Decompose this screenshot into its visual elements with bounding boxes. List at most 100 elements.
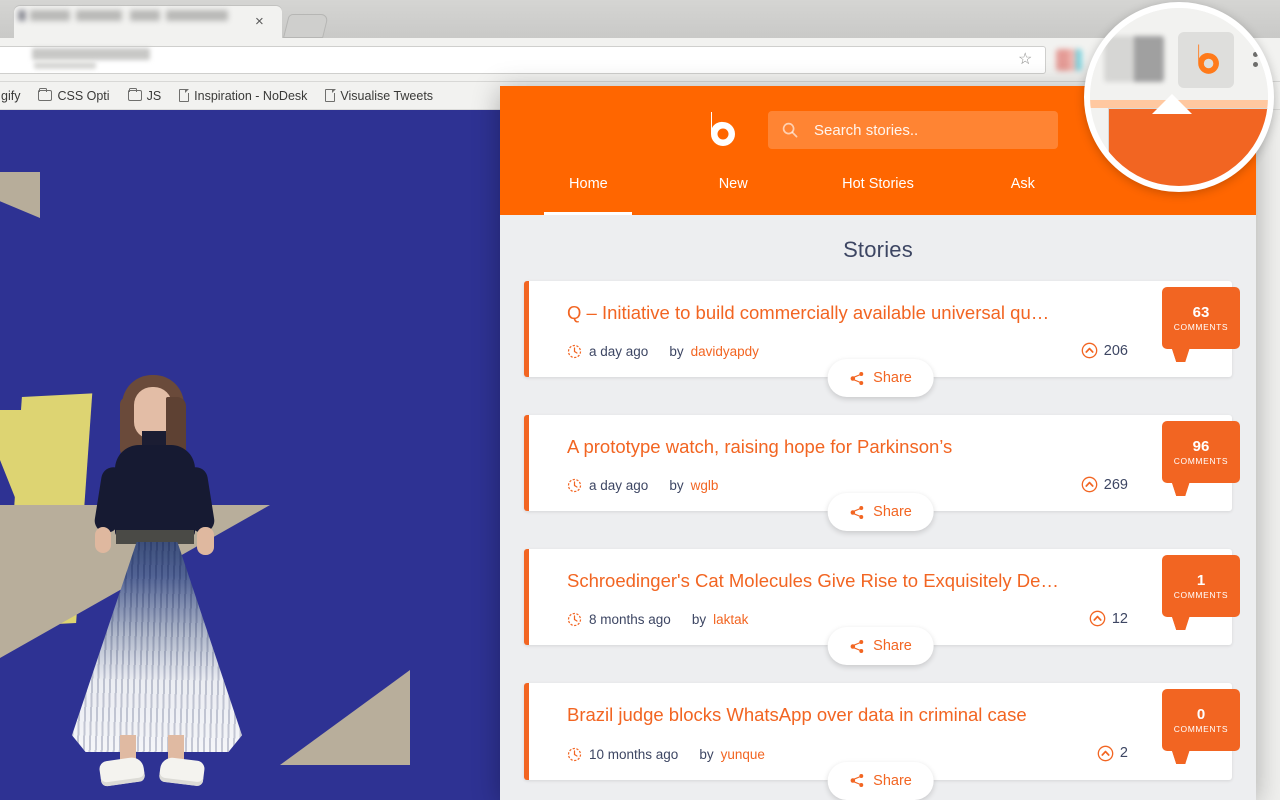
story-card[interactable]: A prototype watch, raising hope for Park… <box>524 415 1232 511</box>
nav-tab-ask[interactable]: Ask <box>950 172 1095 215</box>
address-bar-url-blurred-2 <box>34 62 96 69</box>
new-tab-button[interactable] <box>283 14 329 38</box>
story-title[interactable]: A prototype watch, raising hope for Park… <box>567 435 1082 458</box>
nav-tab-label: New <box>719 176 748 192</box>
comments-count: 96 <box>1193 439 1210 454</box>
comments-count: 0 <box>1197 707 1205 722</box>
magnified-chrome-menu-icon[interactable] <box>1253 42 1258 47</box>
address-bar-input[interactable] <box>0 46 1046 74</box>
upvote-icon[interactable] <box>1081 342 1098 359</box>
share-button[interactable]: Share <box>827 359 934 397</box>
story-author[interactable]: wglb <box>691 478 719 493</box>
clock-icon <box>567 747 582 762</box>
hn-logo-icon[interactable] <box>698 108 742 152</box>
bookmark-star-icon[interactable]: ☆ <box>1018 52 1032 68</box>
comments-label: COMMENTS <box>1174 725 1228 734</box>
story-points-value: 2 <box>1120 745 1128 761</box>
story-time: a day ago <box>589 478 648 493</box>
model-photo <box>60 375 290 795</box>
address-bar-url-blurred <box>32 48 150 60</box>
story-points: 2 <box>1097 745 1128 762</box>
magnifier-toolbar-zoom <box>1090 8 1268 104</box>
tab-title-blurred <box>76 10 122 21</box>
story-points: 206 <box>1081 342 1128 359</box>
story-title[interactable]: Schroedinger's Cat Molecules Give Rise t… <box>567 569 1082 592</box>
tab-close-icon[interactable]: × <box>255 14 264 29</box>
story-title[interactable]: Q – Initiative to build commercially ava… <box>567 301 1082 324</box>
story-time: 8 months ago <box>589 612 671 627</box>
story-meta: a day ago by wglb <box>567 478 1082 493</box>
comments-badge[interactable]: 0 COMMENTS <box>1162 689 1240 751</box>
share-button[interactable]: Share <box>827 493 934 531</box>
story-meta: 10 months ago by yunque <box>567 747 1082 762</box>
folder-icon <box>38 90 52 101</box>
decorative-shape-tan-top <box>0 172 40 218</box>
magnified-hn-extension-icon[interactable] <box>1178 32 1234 88</box>
bookmark-label: CSS Opti <box>57 89 109 103</box>
bookmark-label: gify <box>1 89 20 103</box>
nav-tab-label: Home <box>569 176 608 192</box>
story-points-value: 12 <box>1112 611 1128 627</box>
page-icon <box>325 89 335 102</box>
share-icon <box>849 773 864 788</box>
comments-count: 1 <box>1197 573 1205 588</box>
share-icon <box>849 505 864 520</box>
nav-tab-label: Hot Stories <box>842 176 914 192</box>
story-points-value: 269 <box>1104 477 1128 493</box>
bookmark-label: JS <box>147 89 162 103</box>
clock-icon <box>567 344 582 359</box>
extension-icon[interactable] <box>1056 49 1082 71</box>
bookmark-item[interactable]: Inspiration - NoDesk <box>179 89 307 103</box>
story-meta: a day ago by davidyapdy <box>567 344 1082 359</box>
share-icon <box>849 371 864 386</box>
by-label: by <box>669 478 683 493</box>
by-label: by <box>692 612 706 627</box>
folder-icon <box>128 90 142 101</box>
nav-tab-new[interactable]: New <box>661 172 806 215</box>
upvote-icon[interactable] <box>1089 610 1106 627</box>
search-icon <box>782 122 798 138</box>
comments-label: COMMENTS <box>1174 323 1228 332</box>
decorative-shape-tan-right <box>280 670 410 765</box>
story-author[interactable]: laktak <box>713 612 748 627</box>
share-button[interactable]: Share <box>827 762 934 800</box>
story-title[interactable]: Brazil judge blocks WhatsApp over data i… <box>567 703 1082 726</box>
story-points: 12 <box>1089 610 1128 627</box>
bookmark-label: Visualise Tweets <box>340 89 433 103</box>
magnified-popup-panel: Sh <box>1108 108 1268 192</box>
tab-title-blurred <box>30 10 70 21</box>
upvote-icon[interactable] <box>1097 745 1114 762</box>
comments-badge[interactable]: 63 COMMENTS <box>1162 287 1240 349</box>
bookmark-label: Inspiration - NoDesk <box>194 89 307 103</box>
story-card[interactable]: Schroedinger's Cat Molecules Give Rise t… <box>524 549 1232 645</box>
comments-badge[interactable]: 1 COMMENTS <box>1162 555 1240 617</box>
upvote-icon[interactable] <box>1081 476 1098 493</box>
comments-label: COMMENTS <box>1174 457 1228 466</box>
story-time: a day ago <box>589 344 648 359</box>
tab-title-blurred <box>130 10 160 21</box>
story-card[interactable]: Brazil judge blocks WhatsApp over data i… <box>524 683 1232 779</box>
search-box[interactable] <box>768 111 1058 149</box>
popup-body: Stories Q – Initiative to build commerci… <box>500 215 1256 800</box>
story-author[interactable]: yunque <box>721 747 765 762</box>
search-input[interactable] <box>768 111 1058 149</box>
story-meta: 8 months ago by laktak <box>567 612 1082 627</box>
story-author[interactable]: davidyapdy <box>691 344 759 359</box>
comments-count: 63 <box>1193 305 1210 320</box>
nav-tab-hot-stories[interactable]: Hot Stories <box>806 172 951 215</box>
share-button[interactable]: Share <box>827 627 934 665</box>
bookmark-item[interactable]: CSS Opti <box>38 89 109 103</box>
share-label: Share <box>873 638 912 654</box>
bookmark-item[interactable]: JS <box>128 89 162 103</box>
story-points: 269 <box>1081 476 1128 493</box>
share-icon <box>849 639 864 654</box>
bookmark-item[interactable]: gify <box>0 89 20 103</box>
comments-badge[interactable]: 96 COMMENTS <box>1162 421 1240 483</box>
bookmark-item[interactable]: Visualise Tweets <box>325 89 433 103</box>
by-label: by <box>669 344 683 359</box>
by-label: by <box>699 747 713 762</box>
nav-tab-label: Ask <box>1011 176 1035 192</box>
nav-tab-home[interactable]: Home <box>516 172 661 215</box>
tab-favicon <box>18 10 26 21</box>
story-card[interactable]: Q – Initiative to build commercially ava… <box>524 281 1232 377</box>
